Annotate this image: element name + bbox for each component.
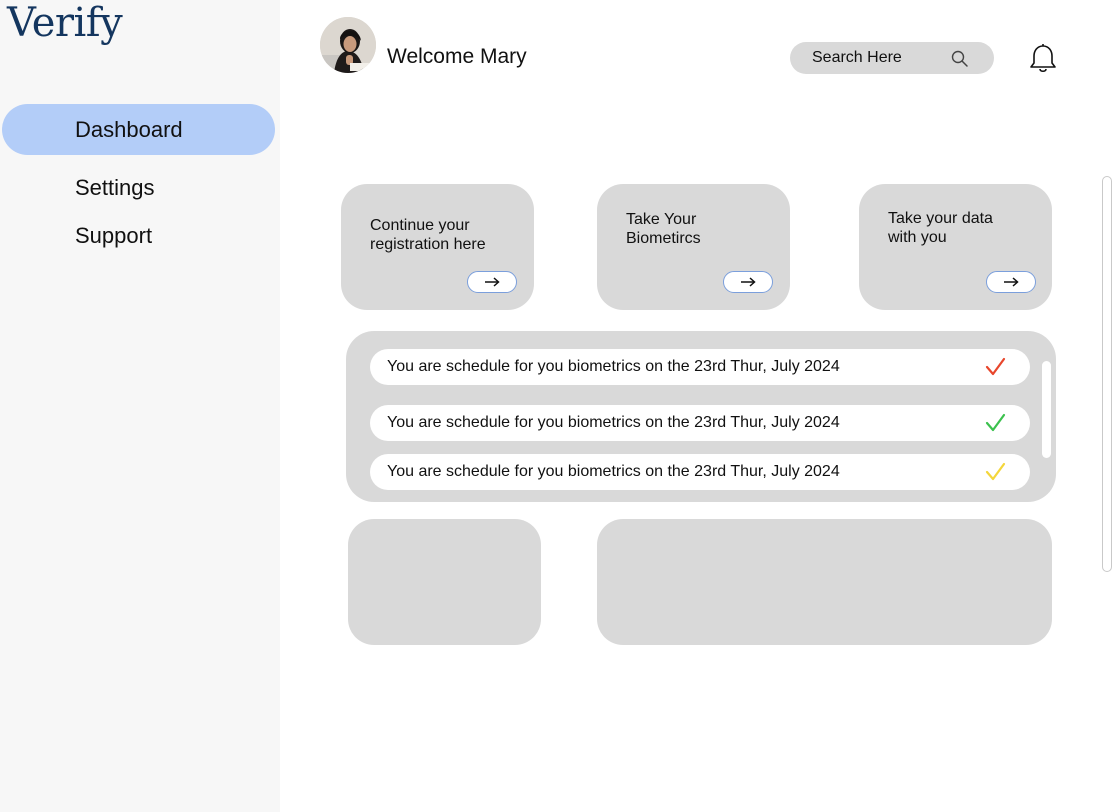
sidebar-item-label: Support <box>75 222 153 248</box>
page-scrollbar[interactable] <box>1102 176 1112 572</box>
placeholder-card-wide <box>597 519 1052 645</box>
continue-registration-button[interactable] <box>467 271 517 293</box>
sidebar-item-label: Settings <box>75 174 155 200</box>
biometrics-card[interactable]: Take Your Biometircs <box>597 184 790 310</box>
check-icon <box>985 462 1006 481</box>
search-input[interactable]: Search Here <box>812 49 902 67</box>
take-biometrics-button[interactable] <box>723 271 773 293</box>
list-item[interactable]: You are schedule for you biometrics on t… <box>370 349 1030 385</box>
schedule-text: You are schedule for you biometrics on t… <box>387 358 840 375</box>
schedule-panel: You are schedule for you biometrics on t… <box>346 331 1056 502</box>
sidebar-item-support[interactable]: Support <box>2 210 275 261</box>
sidebar-item-settings[interactable]: Settings <box>2 162 275 213</box>
app-logo[interactable]: Verify <box>7 0 123 46</box>
take-data-button[interactable] <box>986 271 1036 293</box>
card-text: Take Your Biometircs <box>626 211 701 247</box>
check-icon <box>985 413 1006 432</box>
check-icon <box>985 357 1006 376</box>
bell-icon[interactable] <box>1026 41 1060 75</box>
arrow-right-icon <box>741 277 756 287</box>
arrow-right-icon <box>485 277 500 287</box>
schedule-text: You are schedule for you biometrics on t… <box>387 414 840 431</box>
sidebar: Verify Dashboard Settings Support <box>0 0 280 812</box>
avatar-photo <box>320 17 376 73</box>
card-text: Take your data with you <box>888 210 993 246</box>
search-icon[interactable] <box>950 49 970 69</box>
card-text: Continue your registration here <box>370 217 486 253</box>
sidebar-item-label: Dashboard <box>75 116 183 142</box>
list-item[interactable]: You are schedule for you biometrics on t… <box>370 405 1030 441</box>
list-item[interactable]: You are schedule for you biometrics on t… <box>370 454 1030 490</box>
schedule-scrollbar[interactable] <box>1042 361 1051 458</box>
search-bar[interactable]: Search Here <box>790 42 994 74</box>
welcome-message: Welcome Mary <box>387 45 527 68</box>
data-card[interactable]: Take your data with you <box>859 184 1052 310</box>
placeholder-card-small <box>348 519 541 645</box>
sidebar-item-dashboard[interactable]: Dashboard <box>2 104 275 155</box>
registration-card[interactable]: Continue your registration here <box>341 184 534 310</box>
avatar[interactable] <box>320 17 376 73</box>
schedule-text: You are schedule for you biometrics on t… <box>387 463 840 480</box>
arrow-right-icon <box>1004 277 1019 287</box>
